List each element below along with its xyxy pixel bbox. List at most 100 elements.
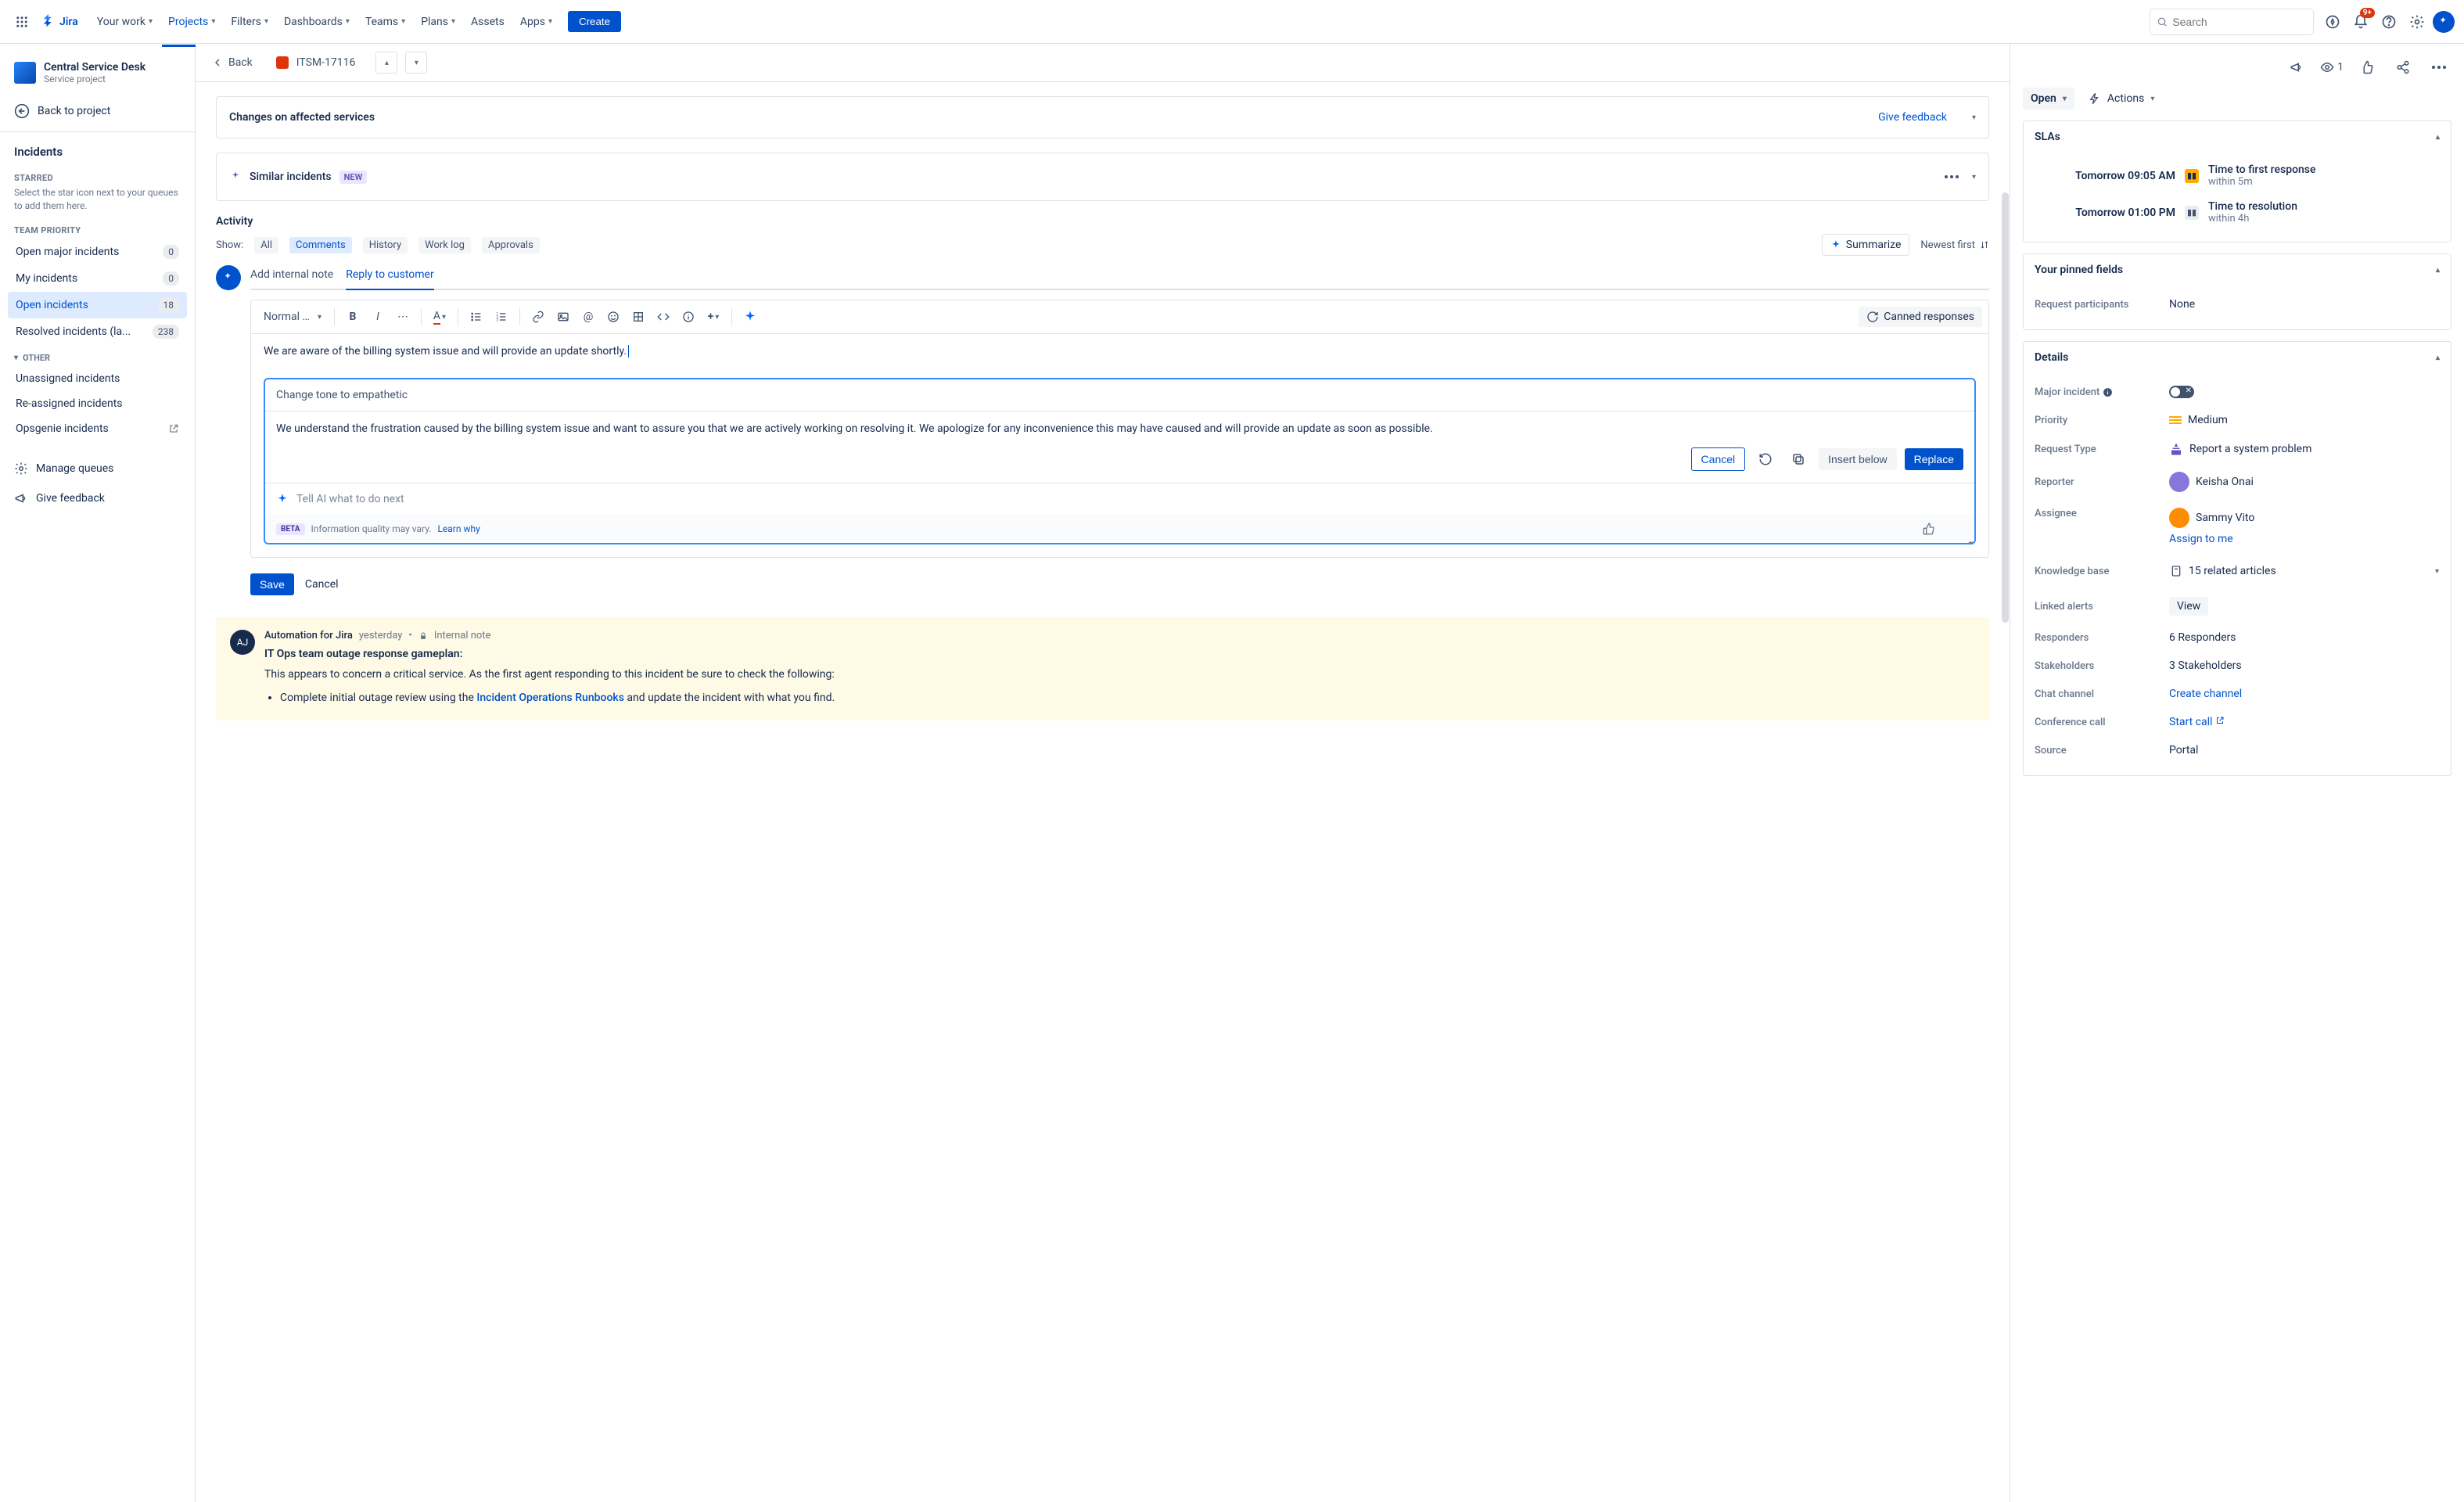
start-call-link[interactable]: Start call — [2169, 716, 2225, 728]
ai-retry-button[interactable] — [1753, 447, 1778, 472]
field-request-type[interactable]: Request Type Report a system problem — [2035, 434, 2440, 464]
give-feedback-sidebar[interactable]: Give feedback — [8, 483, 187, 513]
save-button[interactable]: Save — [250, 573, 294, 595]
filter-all[interactable]: All — [254, 237, 278, 253]
info-icon[interactable] — [2103, 387, 2113, 397]
bullet-list-button[interactable] — [465, 305, 488, 329]
nav-dashboards[interactable]: Dashboards▾ — [278, 11, 356, 33]
create-button[interactable]: Create — [568, 11, 621, 32]
field-responders[interactable]: Responders 6 Responders — [2035, 623, 2440, 652]
queue-unassigned[interactable]: Unassigned incidents — [8, 366, 187, 391]
assign-to-me-link[interactable]: Assign to me — [2169, 533, 2233, 545]
canned-responses-button[interactable]: Canned responses — [1859, 307, 1982, 327]
field-priority[interactable]: Priority Medium — [2035, 406, 2440, 434]
nav-plans[interactable]: Plans▾ — [415, 11, 462, 33]
image-button[interactable] — [551, 305, 575, 329]
prev-issue-button[interactable]: ▴ — [375, 52, 397, 74]
table-button[interactable] — [627, 305, 650, 329]
mention-button[interactable]: @ — [576, 305, 600, 329]
info-button[interactable] — [677, 305, 700, 329]
next-issue-button[interactable]: ▾ — [405, 52, 427, 74]
queue-opsgenie[interactable]: Opsgenie incidents — [8, 416, 187, 441]
chevron-down-icon[interactable]: ▾ — [1972, 173, 1976, 181]
queue-my-incidents[interactable]: My incidents0 — [8, 265, 187, 292]
field-stakeholders[interactable]: Stakeholders 3 Stakeholders — [2035, 652, 2440, 680]
ai-assist-button[interactable] — [738, 305, 762, 329]
nav-teams[interactable]: Teams▾ — [359, 11, 411, 33]
manage-queues[interactable]: Manage queues — [8, 454, 187, 483]
share-icon[interactable] — [2390, 55, 2416, 80]
status-dropdown[interactable]: Open▾ — [2023, 88, 2074, 110]
nav-your-work[interactable]: Your work▾ — [91, 11, 159, 33]
numbered-list-button[interactable]: 123 — [490, 305, 513, 329]
feedback-icon[interactable] — [2284, 55, 2309, 80]
back-button[interactable]: Back — [211, 56, 253, 69]
nav-apps[interactable]: Apps▾ — [514, 11, 559, 33]
filter-approvals[interactable]: Approvals — [482, 237, 540, 253]
summarize-button[interactable]: Summarize — [1822, 234, 1910, 256]
learn-why-link[interactable]: Learn why — [437, 523, 480, 534]
queue-resolved[interactable]: Resolved incidents (la...238 — [8, 318, 187, 345]
code-button[interactable] — [652, 305, 675, 329]
ai-replace-button[interactable]: Replace — [1905, 448, 1963, 470]
nav-filters[interactable]: Filters▾ — [224, 11, 275, 33]
watch-button[interactable]: 1 — [2320, 60, 2344, 74]
vote-icon[interactable] — [2354, 55, 2380, 80]
filter-comments[interactable]: Comments — [289, 237, 352, 253]
notifications-icon[interactable]: 9+ — [2348, 9, 2373, 34]
queue-reassigned[interactable]: Re-assigned incidents — [8, 391, 187, 416]
text-color-button[interactable]: A▾ — [428, 305, 451, 329]
view-alerts-button[interactable]: View — [2169, 597, 2208, 616]
search-box[interactable] — [2150, 9, 2314, 35]
rovo-icon[interactable] — [2320, 9, 2345, 34]
tab-internal-note[interactable]: Add internal note — [250, 265, 333, 289]
back-to-project[interactable]: Back to project — [8, 95, 187, 127]
editor-text-area[interactable]: We are aware of the billing system issue… — [251, 334, 1988, 368]
nav-projects[interactable]: Projects▾ — [162, 11, 221, 33]
ai-insert-button[interactable]: Insert below — [1819, 448, 1896, 470]
issue-key[interactable]: ITSM-17116 — [296, 56, 356, 69]
affected-services-panel[interactable]: Changes on affected services Give feedba… — [216, 96, 1989, 138]
kb-dropdown[interactable]: 15 related articles ▾ — [2169, 561, 2440, 581]
scrollbar[interactable] — [2002, 192, 2009, 623]
cancel-button[interactable]: Cancel — [305, 578, 339, 591]
filter-worklog[interactable]: Work log — [418, 237, 471, 253]
help-icon[interactable] — [2376, 9, 2401, 34]
search-input[interactable] — [2172, 16, 2307, 28]
filter-history[interactable]: History — [363, 237, 408, 253]
ai-cancel-button[interactable]: Cancel — [1691, 447, 1746, 471]
queue-open-major[interactable]: Open major incidents0 — [8, 239, 187, 265]
ai-copy-button[interactable] — [1786, 447, 1811, 472]
actions-dropdown[interactable]: Actions▾ — [2085, 88, 2157, 110]
give-feedback-link[interactable]: Give feedback — [1878, 111, 1947, 124]
more-format-button[interactable]: ⋯ — [391, 305, 415, 329]
field-assignee[interactable]: Assignee Sammy Vito Assign to me — [2035, 500, 2440, 553]
thumb-down-button[interactable] — [1945, 519, 1963, 538]
bold-button[interactable]: B — [341, 305, 365, 329]
italic-button[interactable]: I — [366, 305, 390, 329]
app-switcher-icon[interactable] — [9, 9, 34, 34]
link-button[interactable] — [526, 305, 550, 329]
queue-open-incidents[interactable]: Open incidents18 — [8, 292, 187, 318]
create-channel-link[interactable]: Create channel — [2169, 688, 2242, 700]
add-button[interactable]: +▾ — [702, 305, 725, 329]
jira-logo[interactable]: Jira — [41, 14, 78, 30]
other-cat[interactable]: ▾OTHER — [8, 345, 187, 366]
more-actions-icon[interactable] — [2426, 55, 2451, 80]
settings-icon[interactable] — [2405, 9, 2430, 34]
field-reporter[interactable]: Reporter Keisha Onai — [2035, 464, 2440, 500]
more-icon[interactable] — [1939, 164, 1964, 189]
nav-assets[interactable]: Assets — [465, 11, 511, 33]
sort-button[interactable]: Newest first — [1920, 239, 1989, 251]
tab-reply-customer[interactable]: Reply to customer — [346, 265, 433, 289]
text-style-select[interactable]: Normal text▾ — [257, 307, 328, 326]
profile-avatar[interactable] — [2433, 11, 2455, 33]
major-incident-toggle[interactable]: ✕ — [2169, 386, 2194, 398]
comment-author[interactable]: Automation for Jira — [264, 630, 353, 641]
field-request-participants[interactable]: Request participants None — [2035, 290, 2440, 318]
runbooks-link[interactable]: Incident Operations Runbooks — [476, 692, 624, 704]
ai-followup-input[interactable]: Tell AI what to do next — [265, 483, 1974, 515]
emoji-button[interactable] — [602, 305, 625, 329]
chevron-down-icon[interactable]: ▾ — [1972, 113, 1976, 122]
thumb-up-button[interactable] — [1920, 519, 1938, 538]
